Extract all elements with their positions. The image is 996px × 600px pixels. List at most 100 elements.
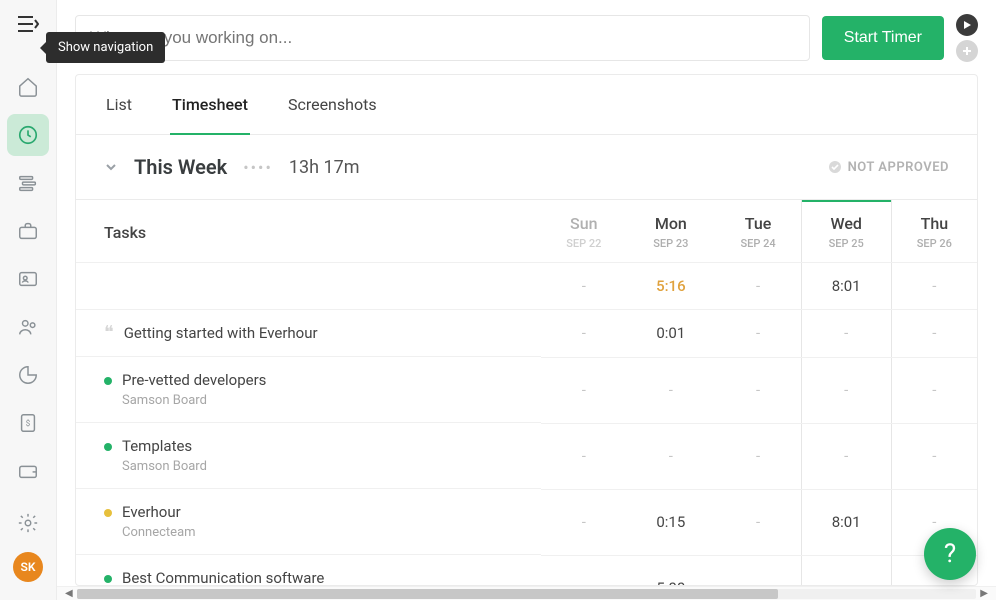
cell[interactable]: -	[541, 357, 626, 423]
help-icon: ?	[944, 539, 956, 569]
sidebar: Show navigation $	[0, 0, 57, 600]
week-summary: This Week •••• 13h 17m NOT APPROVED	[76, 135, 977, 200]
timesheet-table: Tasks SunSEP 22 MonSEP 23 TueSEP 24 WedS…	[76, 200, 977, 585]
cell[interactable]: -	[715, 357, 801, 423]
cell[interactable]: -	[626, 357, 715, 423]
table-row: Best Communication softwareSamson Briefi…	[76, 555, 977, 585]
cell[interactable]: 8:01	[801, 489, 891, 555]
cell[interactable]: -	[541, 263, 626, 310]
tab-timesheet[interactable]: Timesheet	[170, 75, 250, 134]
nav-home[interactable]	[7, 66, 49, 108]
col-thu: ThuSEP 26	[891, 200, 977, 263]
scroll-thumb[interactable]	[77, 589, 779, 599]
cell[interactable]: -	[801, 310, 891, 358]
week-total: 13h 17m	[289, 157, 360, 178]
cell[interactable]: -	[891, 423, 977, 489]
top-bar: Start Timer	[57, 0, 996, 74]
add-button[interactable]	[956, 40, 978, 62]
horizontal-scrollbar[interactable]: ◀ ▶	[57, 586, 996, 600]
scroll-right-button[interactable]: ▶	[976, 588, 992, 599]
cell[interactable]: -	[801, 357, 891, 423]
nav-settings[interactable]	[7, 502, 49, 544]
cell[interactable]: -	[715, 310, 801, 358]
cell[interactable]: 5:00	[626, 555, 715, 585]
home-icon	[17, 76, 39, 98]
cell[interactable]: 5:16	[626, 263, 715, 310]
chevron-down-icon	[104, 160, 118, 174]
week-title: This Week	[134, 155, 227, 179]
task-project: Connecteam	[122, 525, 196, 540]
cell[interactable]: -	[715, 489, 801, 555]
status-dot-icon	[104, 377, 112, 385]
table-row: TemplatesSamson Board - - - - -	[76, 423, 977, 489]
table-row: Pre-vetted developersSamson Board - - - …	[76, 357, 977, 423]
cell[interactable]: -	[715, 555, 801, 585]
tab-screenshots[interactable]: Screenshots	[286, 75, 379, 134]
cell[interactable]: 8:01	[801, 263, 891, 310]
team-icon	[17, 316, 39, 338]
cell[interactable]: -	[541, 423, 626, 489]
user-avatar[interactable]: SK	[13, 552, 43, 582]
approval-status-label: NOT APPROVED	[848, 160, 949, 175]
timesheet-card: List Timesheet Screenshots This Week •••…	[75, 74, 978, 586]
table-row: EverhourConnecteam - 0:15 - 8:01 -	[76, 489, 977, 555]
tab-list[interactable]: List	[104, 75, 134, 134]
nav-expenses[interactable]	[7, 450, 49, 492]
col-tasks: Tasks	[76, 200, 541, 263]
col-tue: TueSEP 24	[715, 200, 801, 263]
id-card-icon	[17, 268, 39, 290]
cell[interactable]: 0:15	[626, 489, 715, 555]
collapse-week-button[interactable]	[104, 160, 118, 174]
scroll-track[interactable]	[77, 589, 977, 599]
status-dot-icon	[104, 509, 112, 517]
main-area: Start Timer List Timesheet Screenshots	[57, 0, 996, 600]
start-timer-button[interactable]: Start Timer	[822, 16, 944, 60]
cell[interactable]: -	[891, 263, 977, 310]
cell[interactable]: -	[715, 263, 801, 310]
col-sun: SunSEP 22	[541, 200, 626, 263]
gear-icon	[17, 512, 39, 534]
task-name[interactable]: Pre-vetted developers	[122, 371, 266, 389]
wallet-icon	[17, 460, 39, 482]
status-dot-icon	[104, 443, 112, 451]
more-options-button[interactable]: ••••	[243, 158, 273, 177]
cell[interactable]: -	[715, 423, 801, 489]
play-button[interactable]	[956, 14, 978, 36]
quote-icon: ❝	[104, 326, 114, 340]
help-button[interactable]: ?	[924, 528, 976, 580]
cell[interactable]: -	[541, 555, 626, 585]
briefcase-icon	[17, 220, 39, 242]
table-row: ❝ Getting started with Everhour - 0:01 -…	[76, 310, 977, 358]
clock-icon	[17, 124, 39, 146]
task-name[interactable]: Getting started with Everhour	[124, 324, 318, 342]
task-name[interactable]: Everhour	[122, 503, 196, 521]
nav-invoices[interactable]: $	[7, 402, 49, 444]
nav-clients[interactable]	[7, 258, 49, 300]
timer-quick-actions	[956, 14, 978, 62]
nav-projects[interactable]	[7, 210, 49, 252]
nav-tooltip: Show navigation	[46, 32, 165, 63]
cell[interactable]: -	[801, 555, 891, 585]
cell[interactable]: -	[626, 423, 715, 489]
svg-text:$: $	[26, 418, 31, 429]
task-input[interactable]	[75, 15, 810, 61]
status-dot-icon	[104, 575, 112, 583]
pie-chart-icon	[17, 364, 39, 386]
nav-tasks[interactable]	[7, 162, 49, 204]
nav-team[interactable]	[7, 306, 49, 348]
menu-toggle-button[interactable]	[14, 10, 42, 38]
col-wed: WedSEP 25	[801, 200, 891, 263]
col-mon: MonSEP 23	[626, 200, 715, 263]
cell[interactable]: -	[541, 489, 626, 555]
nav-reports[interactable]	[7, 354, 49, 396]
scroll-left-button[interactable]: ◀	[61, 588, 77, 599]
nav-time[interactable]	[7, 114, 49, 156]
cell[interactable]: -	[801, 423, 891, 489]
cell[interactable]: -	[891, 310, 977, 358]
cell[interactable]: -	[891, 357, 977, 423]
plus-icon	[962, 46, 972, 56]
cell[interactable]: -	[541, 310, 626, 358]
task-name[interactable]: Best Communication software	[122, 569, 324, 585]
cell[interactable]: 0:01	[626, 310, 715, 358]
task-name[interactable]: Templates	[122, 437, 207, 455]
